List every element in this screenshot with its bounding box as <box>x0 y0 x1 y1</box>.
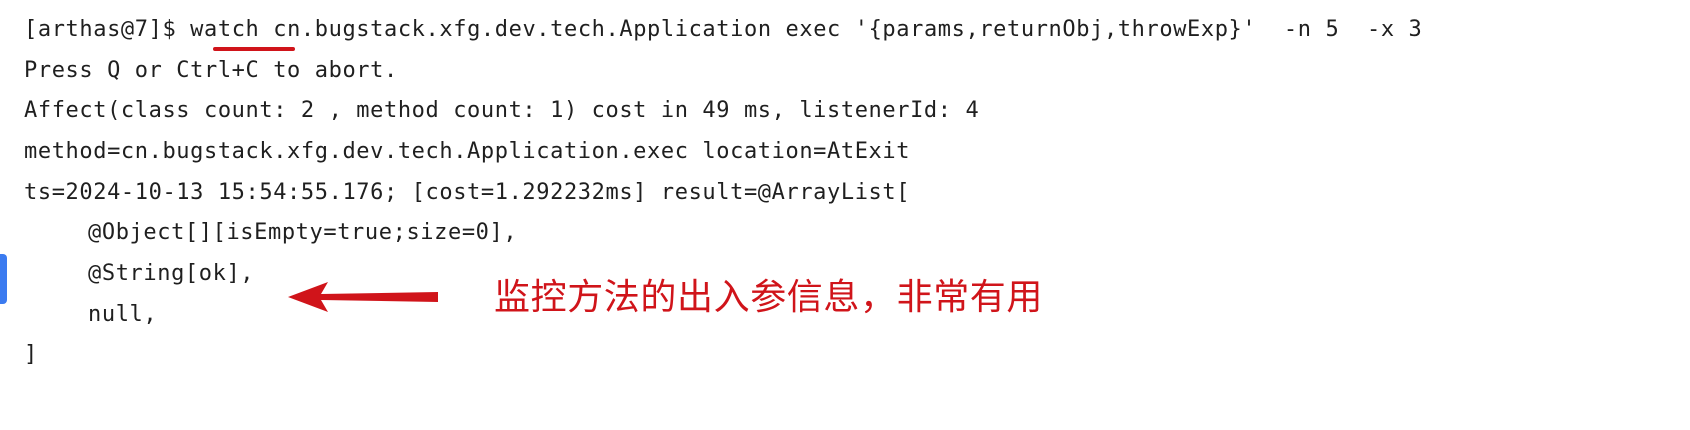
result-item-throw: null, <box>88 302 158 327</box>
output-line-result: ts=2024-10-13 15:54:55.176; [cost=1.2922… <box>24 180 911 205</box>
output-line-method: method=cn.bugstack.xfg.dev.tech.Applicat… <box>24 139 911 164</box>
command-arguments: cn.bugstack.xfg.dev.tech.Application exe… <box>259 17 1423 42</box>
shell-prompt: [arthas@7]$ <box>24 17 191 42</box>
terminal-output: [arthas@7]$ watch cn.bugstack.xfg.dev.te… <box>0 0 1690 430</box>
result-closing-bracket: ] <box>24 342 38 367</box>
keyword-underline-mark <box>213 47 295 51</box>
command-line: [arthas@7]$ watch cn.bugstack.xfg.dev.te… <box>24 15 1422 45</box>
output-line-affect: Affect(class count: 2 , method count: 1)… <box>24 98 980 123</box>
result-item-params: @Object[][isEmpty=true;size=0], <box>88 220 518 245</box>
arrow-left-icon <box>288 282 438 312</box>
command-keyword: watch <box>190 17 260 42</box>
annotation-text: 监控方法的出入参信息，非常有用 <box>494 277 1044 318</box>
left-edge-tab <box>0 254 7 304</box>
result-item-return: @String[ok], <box>88 261 255 286</box>
output-line-abort-hint: Press Q or Ctrl+C to abort. <box>24 58 398 83</box>
